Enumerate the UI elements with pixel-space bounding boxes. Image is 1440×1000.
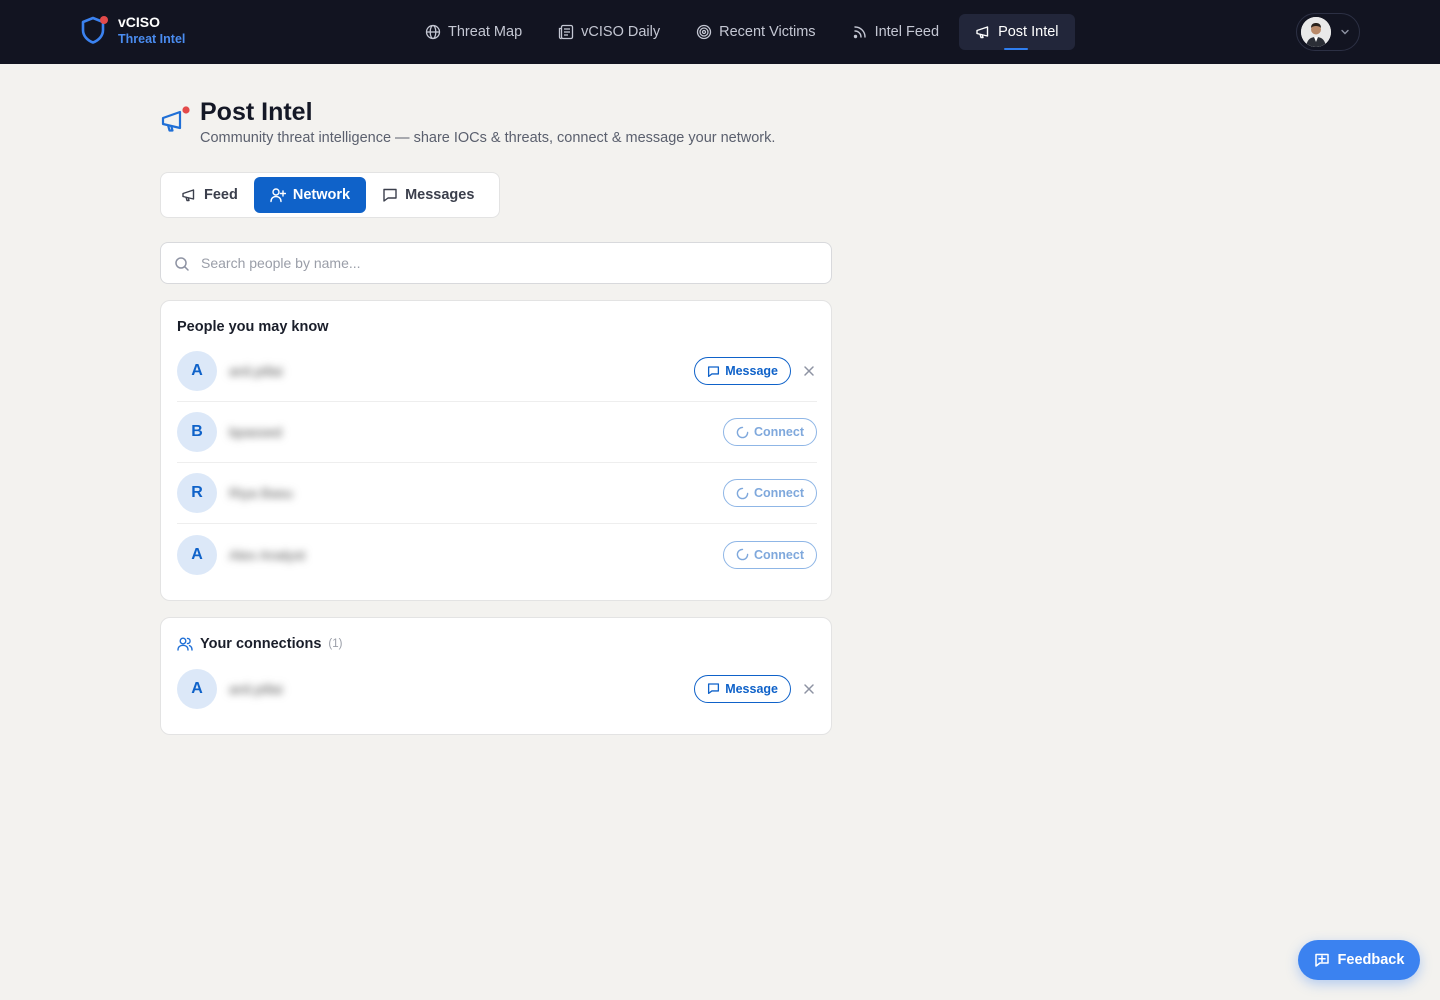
connect-button[interactable]: Connect bbox=[723, 418, 817, 446]
connections-card: Your connections (1) A anil.pillai Messa… bbox=[160, 617, 832, 735]
list-item: A Alex Analyst Connect bbox=[177, 524, 817, 585]
message-icon bbox=[383, 188, 397, 202]
connect-button[interactable]: Connect bbox=[723, 479, 817, 507]
dismiss-button[interactable] bbox=[801, 363, 817, 379]
nav-post-intel[interactable]: Post Intel bbox=[959, 14, 1075, 50]
tab-label: Feed bbox=[204, 187, 238, 203]
alert-dot bbox=[100, 16, 108, 24]
avatar: A bbox=[177, 668, 217, 709]
message-icon bbox=[708, 365, 720, 377]
list-item: B bpassed Connect bbox=[177, 402, 817, 463]
globe-icon bbox=[425, 24, 441, 40]
suggestions-title: People you may know bbox=[177, 319, 329, 335]
nav-threat-map[interactable]: Threat Map bbox=[409, 14, 538, 50]
page-title: Post Intel bbox=[200, 98, 313, 126]
main-nav: Threat Map vCISO Daily Recent Victims In… bbox=[409, 14, 1079, 50]
list-item: A anil.pillai Message bbox=[177, 341, 817, 402]
avatar bbox=[1301, 17, 1331, 47]
feedback-icon bbox=[1314, 953, 1329, 967]
loading-spinner-icon bbox=[736, 548, 749, 561]
loading-spinner-icon bbox=[736, 487, 749, 499]
section-tabs: Feed Network Messages bbox=[160, 172, 500, 218]
megaphone-icon bbox=[160, 106, 190, 139]
nav-label: vCISO Daily bbox=[581, 24, 661, 40]
nav-vciso-daily[interactable]: vCISO Daily bbox=[542, 14, 676, 50]
brand-title: vCISO bbox=[118, 14, 161, 30]
close-icon bbox=[804, 683, 814, 694]
suggestions-card: People you may know A anil.pillai Messag… bbox=[160, 300, 832, 601]
close-icon bbox=[804, 366, 814, 376]
person-name[interactable]: anil.pillai bbox=[229, 363, 283, 379]
tab-label: Network bbox=[292, 187, 351, 203]
person-name[interactable]: Alex Analyst bbox=[229, 547, 305, 563]
brand-subtitle: Threat Intel bbox=[118, 32, 186, 46]
page-subtitle: Community threat intelligence — share IO… bbox=[200, 130, 776, 146]
message-icon bbox=[708, 683, 720, 695]
nav-label: Intel Feed bbox=[874, 24, 940, 40]
chevron-down-icon bbox=[1341, 29, 1349, 35]
feedback-button[interactable]: Feedback bbox=[1298, 940, 1420, 980]
newspaper-icon bbox=[559, 24, 574, 40]
list-item: R Riya Basu Connect bbox=[177, 463, 817, 524]
message-button[interactable]: Message bbox=[694, 674, 791, 703]
tab-feed[interactable]: Feed bbox=[165, 177, 254, 213]
people-search bbox=[160, 242, 832, 284]
person-name[interactable]: Riya Basu bbox=[229, 485, 293, 501]
loading-spinner-icon bbox=[736, 426, 749, 438]
user-plus-icon bbox=[270, 188, 286, 203]
tab-messages[interactable]: Messages bbox=[366, 177, 490, 213]
avatar: B bbox=[177, 412, 217, 452]
megaphone-icon bbox=[182, 189, 195, 202]
person-name[interactable]: bpassed bbox=[229, 424, 282, 440]
connections-count: (1) bbox=[328, 638, 343, 650]
target-icon bbox=[696, 24, 712, 40]
connect-button[interactable]: Connect bbox=[723, 540, 817, 569]
tab-label: Messages bbox=[405, 187, 475, 203]
nav-recent-victims[interactable]: Recent Victims bbox=[680, 14, 831, 50]
tab-network[interactable]: Network bbox=[253, 177, 367, 213]
search-input[interactable] bbox=[201, 243, 821, 283]
search-icon bbox=[175, 257, 189, 271]
list-item: A anil.pillai Message bbox=[177, 658, 817, 719]
users-icon bbox=[177, 637, 193, 651]
connections-title: Your connections (1) bbox=[177, 636, 342, 652]
user-menu[interactable] bbox=[1296, 13, 1360, 51]
nav-intel-feed[interactable]: Intel Feed bbox=[836, 14, 956, 50]
person-name[interactable]: anil.pillai bbox=[229, 681, 283, 697]
message-button[interactable]: Message bbox=[694, 357, 791, 385]
brand[interactable]: vCISO Threat Intel bbox=[80, 14, 185, 48]
avatar: A bbox=[177, 351, 217, 391]
top-navigation-bar: vCISO Threat Intel Threat Map vCISO Dail… bbox=[0, 0, 1440, 64]
nav-label: Recent Victims bbox=[719, 24, 816, 40]
megaphone-icon bbox=[976, 26, 989, 39]
remove-connection-button[interactable] bbox=[801, 681, 817, 697]
nav-label: Post Intel bbox=[998, 24, 1059, 40]
avatar: A bbox=[177, 534, 217, 575]
avatar: R bbox=[177, 473, 217, 513]
nav-label: Threat Map bbox=[448, 24, 523, 40]
shield-logo-icon bbox=[80, 14, 108, 48]
rss-icon bbox=[853, 26, 866, 39]
